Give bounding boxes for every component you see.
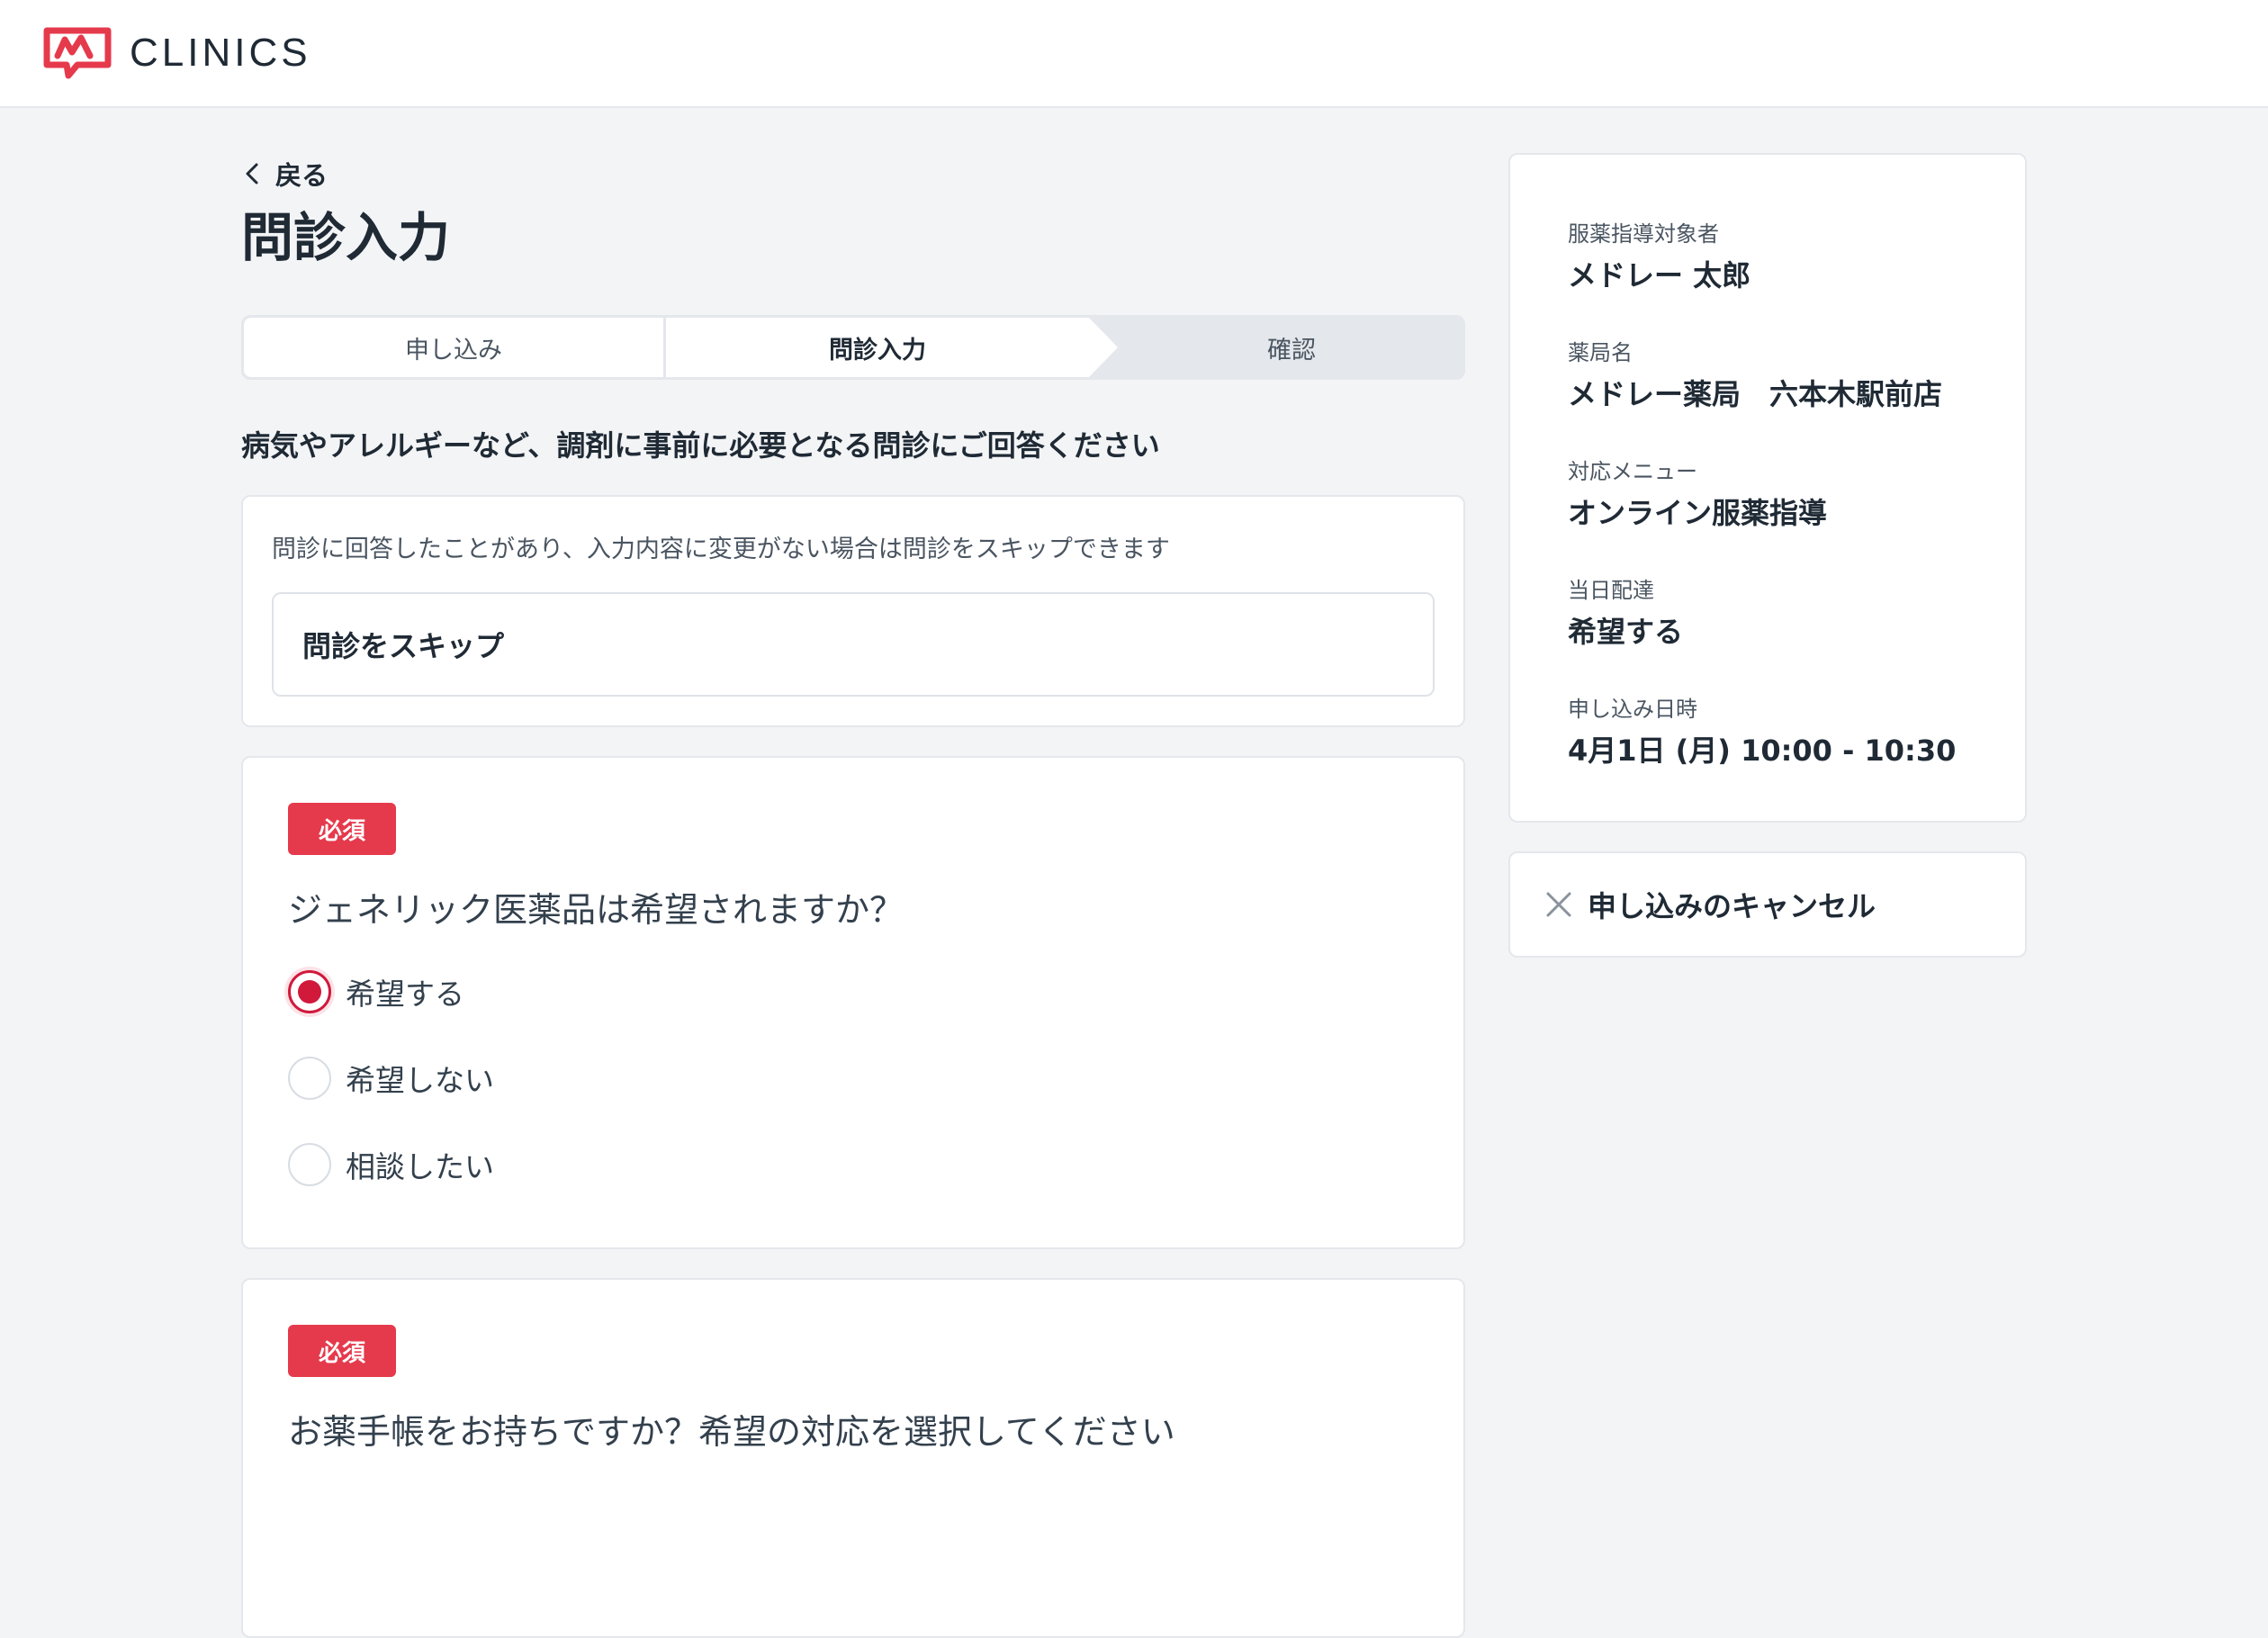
question-text: お薬手帳をお持ちですか？希望の対応を選択してください [288, 1412, 1175, 1452]
step-confirm: 確認 [1267, 336, 1316, 364]
chevron-left-icon [246, 163, 258, 184]
question-card-medication-notebook: 必須 お薬手帳をお持ちですか？希望の対応を選択してください [241, 1278, 1465, 1638]
clinics-logo-icon [43, 27, 112, 79]
section-heading: 病気やアレルギーなど、調剤に事前に必要となる問診にご回答ください [241, 428, 1160, 463]
required-badge: 必須 [288, 803, 396, 855]
summary-value: メドレー 太郎 [1568, 258, 1751, 292]
summary-label: 服薬指導対象者 [1568, 221, 1719, 247]
summary-value: オンライン服薬指導 [1568, 496, 1828, 530]
summary-value: 希望する [1568, 615, 1684, 649]
summary-value: 4月1日 (月) 10:00 - 10:30 [1568, 734, 1957, 768]
radio-option-not-want[interactable]: 希望しない [288, 1057, 494, 1100]
question-card-generic: 必須 ジェネリック医薬品は希望されますか？ 希望する 希望しない 相談したい [241, 756, 1465, 1249]
summary-label: 対応メニュー [1568, 459, 1697, 484]
cancel-booking-button[interactable]: 申し込みのキャンセル [1508, 851, 2027, 958]
page-title: 問診入力 [241, 207, 451, 268]
cancel-label: 申し込みのキャンセル [1588, 889, 1876, 923]
summary-value: メドレー薬局 六本木駅前店 [1568, 377, 1943, 411]
step-apply: 申し込み [244, 318, 663, 377]
summary-item-menu: 対応メニュー オンライン服薬指導 [1568, 454, 1827, 532]
booking-summary-card: 服薬指導対象者 メドレー 太郎 薬局名 メドレー薬局 六本木駅前店 対応メニュー… [1508, 153, 2027, 823]
summary-label: 申し込み日時 [1568, 697, 1697, 722]
app-header: CLINICS [0, 0, 2268, 108]
summary-label: 薬局名 [1568, 340, 1633, 365]
summary-item-pharmacy: 薬局名 メドレー薬局 六本木駅前店 [1568, 335, 1942, 413]
clinics-logo[interactable]: CLINICS [41, 25, 311, 81]
close-icon [1546, 892, 1571, 917]
back-link[interactable]: 戻る [241, 155, 328, 193]
radio-label: 希望しない [346, 1063, 494, 1098]
radio-button[interactable] [288, 1143, 331, 1186]
summary-item-same-day-delivery: 当日配達 希望する [1568, 572, 1683, 651]
radio-button[interactable] [288, 1057, 331, 1100]
skip-description: 問診に回答したことがあり、入力内容に変更がない場合は問診をスキップできます [272, 536, 1170, 563]
progress-stepper: 申し込み 問診入力 確認 [241, 315, 1465, 380]
skip-card: 問診に回答したことがあり、入力内容に変更がない場合は問診をスキップできます 問診… [241, 495, 1465, 727]
required-badge: 必須 [288, 1325, 396, 1377]
step-current-arrow [1089, 318, 1118, 377]
skip-questionnaire-button[interactable]: 問診をスキップ [272, 592, 1435, 697]
radio-button-checked[interactable] [288, 970, 331, 1013]
logo-text: CLINICS [130, 31, 311, 75]
summary-label: 当日配達 [1568, 578, 1654, 603]
question-text: ジェネリック医薬品は希望されますか？ [288, 890, 904, 930]
radio-option-want[interactable]: 希望する [288, 970, 464, 1013]
summary-item-datetime: 申し込み日時 4月1日 (月) 10:00 - 10:30 [1568, 691, 1956, 770]
back-label: 戻る [275, 160, 328, 191]
radio-label: 希望する [346, 976, 464, 1012]
radio-option-consult[interactable]: 相談したい [288, 1143, 494, 1186]
step-questionnaire: 問診入力 [666, 318, 1089, 377]
summary-item-patient: 服薬指導対象者 メドレー 太郎 [1568, 216, 1750, 294]
radio-label: 相談したい [346, 1149, 494, 1184]
